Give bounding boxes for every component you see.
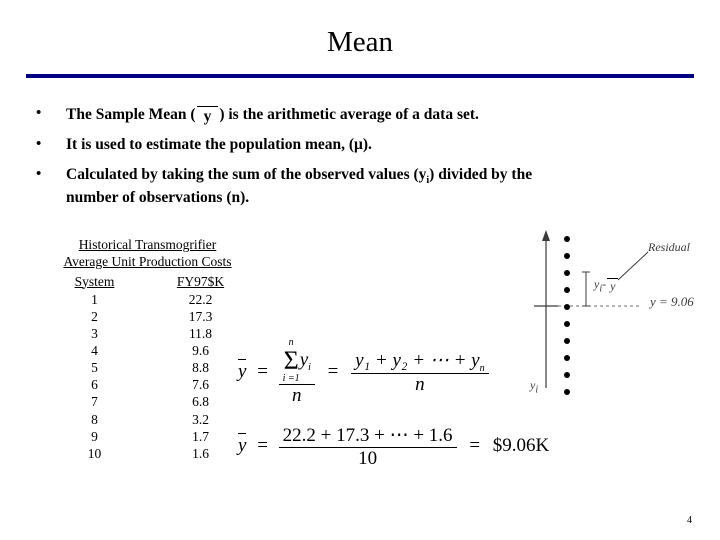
sigma-argument-sub: i	[308, 362, 311, 374]
y-axis-label-sub: i	[535, 384, 539, 396]
eq1-denominator-2: n	[415, 374, 425, 396]
bullet-marker-icon: •	[36, 165, 42, 182]
column-header-fy97: FY97$K	[176, 273, 225, 289]
residual-label: Residual	[648, 240, 690, 254]
diagram-axes-svg	[534, 230, 649, 388]
eq2-numerator: 22.2 + 17.3 + ⋯ + 1.6	[278, 424, 457, 448]
equation-mean-computed: y = 22.2 + 17.3 + ⋯ + 1.6 10 = $9.06K	[238, 424, 549, 470]
table-row: 4	[91, 342, 98, 358]
eq2-equals-1: =	[257, 435, 268, 457]
table-row: 3.2	[192, 411, 209, 427]
eq1-numerator-text: y₁ + y₂ + ⋯ + y	[355, 349, 480, 371]
summation-symbol: n Σ i =1	[283, 338, 300, 384]
table-row: 9	[91, 428, 98, 444]
residual-diagram: Residual yi-y y = 9.06 yi	[520, 228, 720, 418]
bullet-3-line2: number of observations (n).	[66, 188, 250, 206]
data-point-dot	[564, 304, 570, 310]
eq1-equals-1: =	[257, 360, 268, 382]
data-point-dot	[564, 321, 570, 327]
eq1-equals-2: =	[327, 360, 339, 382]
bullet-1-post: ) is the arithmetic average of a data se…	[219, 106, 479, 123]
column-header-system: System	[74, 273, 115, 289]
data-point-dot	[564, 253, 570, 259]
table-row: 22.2	[188, 291, 213, 307]
table-row: 7	[91, 394, 98, 410]
table-column-fy97: FY97$K 22.2 17.3 11.8 9.6 8.8 7.6 6.8 3.…	[165, 274, 237, 462]
table-row: 11.8	[188, 325, 213, 341]
table-caption-line1: Historical Transmogrifier	[78, 237, 217, 252]
eq1-fraction-expanded: y₁ + y₂ + ⋯ + yn n	[351, 349, 489, 397]
eq2-equals-2: =	[469, 435, 481, 457]
table-row: 7.6	[192, 377, 209, 393]
table-row: 17.3	[188, 308, 213, 324]
sigma-lower-limit: i =1	[282, 373, 300, 384]
table-row: 1.6	[192, 445, 209, 461]
production-cost-table: Historical Transmogrifier Average Unit P…	[30, 236, 265, 462]
table-row: 5	[91, 360, 98, 376]
table-column-system: System 1 2 3 4 5 6 7 8 9 10	[59, 274, 131, 462]
page-title: Mean	[326, 26, 394, 58]
mean-value-label: y = 9.06	[650, 294, 694, 309]
table-caption-line2: Average Unit Production Costs	[63, 254, 232, 270]
slide: Mean • The Sample Mean (y) is the arithm…	[0, 0, 720, 540]
table-row: 6.8	[192, 394, 209, 410]
y-axis-label: yi	[530, 378, 538, 395]
sigma-argument: y	[299, 349, 309, 371]
data-point-dot	[564, 270, 570, 276]
table-row: 2	[91, 308, 98, 324]
data-point-dots	[564, 236, 570, 406]
table-row: 1.7	[192, 428, 209, 444]
table-row: 1	[91, 291, 98, 307]
bullet-item-3: • Calculated by taking the sum of the ob…	[28, 165, 688, 208]
residual-formula-ybar: y	[607, 278, 619, 294]
eq1-numerator-terms: y₁ + y₂ + ⋯ + yn	[351, 349, 489, 375]
data-point-dot	[564, 236, 570, 242]
sigma-glyph: Σ	[283, 346, 299, 375]
data-point-dot	[564, 389, 570, 395]
page-number: 4	[687, 515, 692, 526]
table-row: 8.8	[192, 360, 209, 376]
bullet-marker-icon: •	[36, 135, 42, 152]
eq1-lhs-ybar: y	[238, 358, 247, 382]
bullet-item-2: • It is used to estimate the population …	[28, 135, 688, 155]
table-row: 6	[91, 377, 98, 393]
table-row: 8	[91, 411, 98, 427]
bullet-1-pre: The Sample Mean (	[66, 106, 196, 123]
table-row: 10	[87, 445, 102, 461]
eq2-denominator: 10	[358, 448, 378, 469]
table-row: 3	[91, 325, 98, 341]
data-point-dot	[564, 338, 570, 344]
bullet-list: • The Sample Mean (y) is the arithmetic …	[28, 104, 688, 217]
bullet-item-1: • The Sample Mean (y) is the arithmetic …	[28, 104, 688, 125]
residual-formula-minus: -	[602, 277, 607, 291]
y-bar-symbol: y	[196, 106, 219, 127]
eq2-fraction: 22.2 + 17.3 + ⋯ + 1.6 10	[278, 424, 457, 470]
equation-mean-definition: y = n Σ i =1 yi n = y₁ + y₂ + ⋯ + yn n	[238, 338, 489, 407]
bullet-3-line1-post: ) divided by the	[429, 165, 533, 183]
residual-formula: yi-y	[594, 276, 619, 294]
eq2-result: $9.06K	[492, 435, 550, 457]
bullet-2-text: It is used to estimate the population me…	[66, 135, 372, 153]
eq2-lhs-ybar: y	[238, 433, 247, 457]
table-row: 9.6	[192, 342, 209, 358]
data-point-dot	[564, 355, 570, 361]
bullet-marker-icon: •	[36, 105, 42, 121]
eq1-numerator-last-sub: n	[479, 362, 485, 374]
eq1-denominator-n: n	[292, 385, 302, 406]
data-point-dot	[564, 287, 570, 293]
title-divider	[26, 74, 694, 78]
eq1-fraction-sigma: n Σ i =1 yi n	[278, 338, 315, 407]
bullet-3-line1-pre: Calculated by taking the sum of the obse…	[66, 165, 427, 183]
data-point-dot	[564, 372, 570, 378]
